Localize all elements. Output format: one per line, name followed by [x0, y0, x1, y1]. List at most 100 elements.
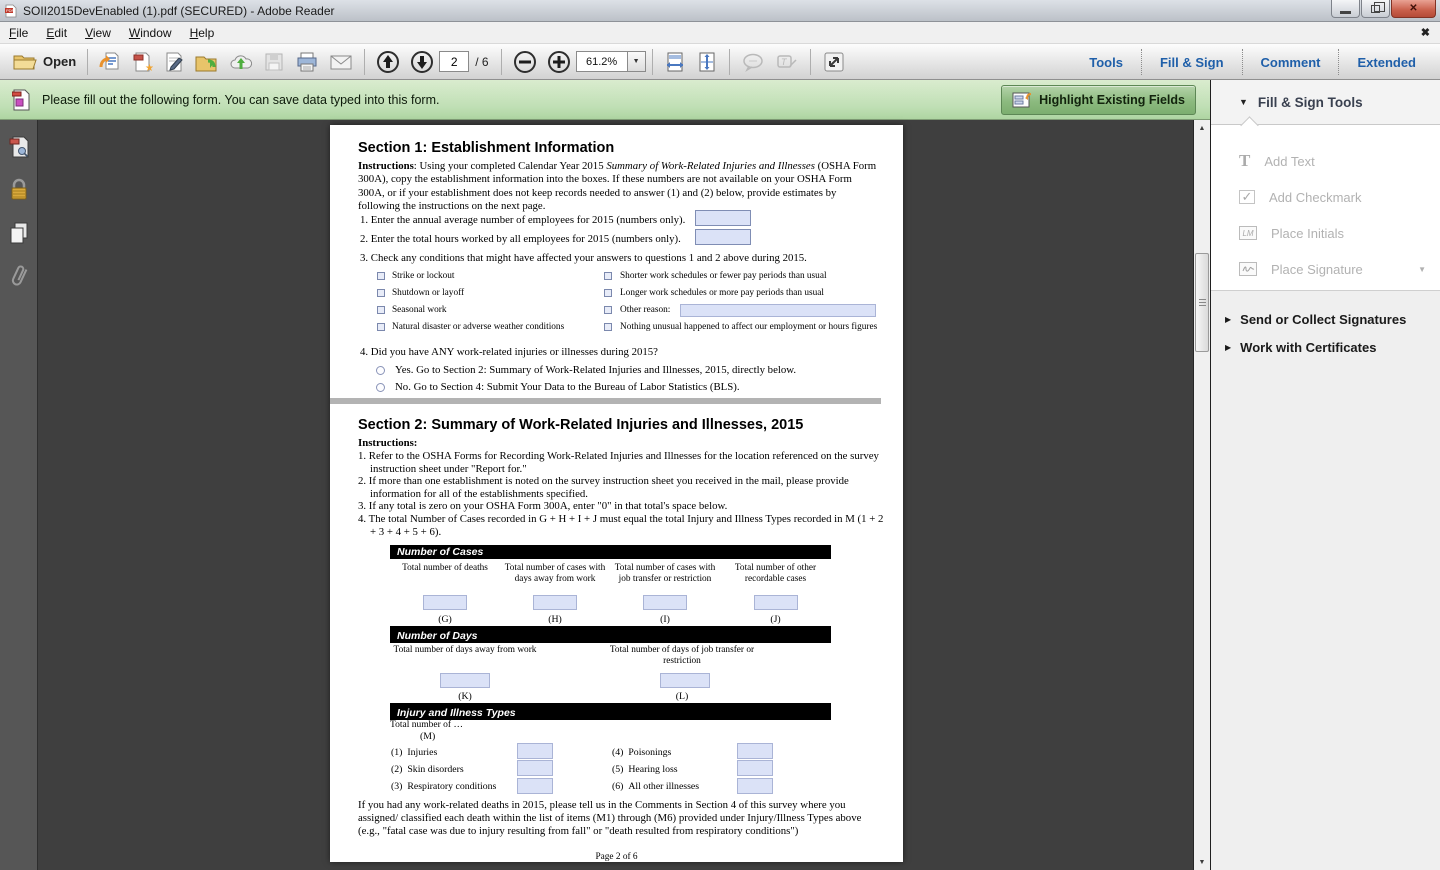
print-button[interactable]: [290, 48, 324, 76]
export-doc-icon: [99, 51, 121, 73]
section2-title: Section 2: Summary of Work-Related Injur…: [358, 417, 803, 433]
checkbox-longer-schedules[interactable]: [604, 289, 612, 297]
checkbox-other-reason-label: Other reason:: [620, 305, 670, 315]
menu-window[interactable]: Window: [120, 23, 181, 43]
hours-worked-field[interactable]: [695, 229, 751, 245]
sign-document-button[interactable]: [158, 48, 190, 76]
checkbox-other-reason[interactable]: [604, 306, 612, 314]
page-thumbnails-button[interactable]: [5, 132, 33, 162]
deaths-field[interactable]: [423, 595, 467, 610]
checkbox-seasonal[interactable]: [377, 306, 385, 314]
checkbox-disaster[interactable]: [377, 323, 385, 331]
share-folder-button[interactable]: [190, 48, 224, 76]
save-button[interactable]: [258, 48, 290, 76]
zoom-level-value[interactable]: 61.2%: [576, 51, 628, 72]
send-collect-signatures-section[interactable]: ▶ Send or Collect Signatures: [1211, 305, 1440, 333]
attachments-pages-button[interactable]: [5, 218, 33, 248]
panel-title: Fill & Sign Tools: [1258, 95, 1363, 110]
navigation-pane: [0, 120, 38, 870]
section2-instruction-4: 4. The total Number of Cases recorded in…: [358, 513, 887, 538]
lock-icon: [9, 178, 29, 202]
add-text-tool[interactable]: T Add Text: [1211, 143, 1440, 179]
instructions-italic-title: Summary of Work-Related Injuries and Ill…: [606, 160, 815, 172]
days-header-bar: Number of Days: [390, 629, 831, 643]
hearing-loss-field[interactable]: [737, 760, 773, 776]
toolbar-separator: [501, 49, 502, 75]
respiratory-field[interactable]: [517, 778, 553, 794]
other-reason-field[interactable]: [680, 304, 876, 317]
days-away-cases-field[interactable]: [533, 595, 577, 610]
add-checkmark-tool[interactable]: ✓ Add Checkmark: [1211, 179, 1440, 215]
fit-page-button[interactable]: [691, 48, 723, 76]
minimize-button[interactable]: [1331, 0, 1360, 18]
toolbar: Open ★ / 6 61.2% ▼ T Tools Fill & Sign: [0, 44, 1440, 80]
place-signature-label: Place Signature: [1271, 262, 1363, 277]
scroll-down-icon[interactable]: ▼: [1194, 854, 1210, 870]
skin-disorders-field[interactable]: [517, 760, 553, 776]
checkbox-shorter-schedules[interactable]: [604, 272, 612, 280]
injuries-field[interactable]: [517, 743, 553, 759]
send-collect-signatures-label: Send or Collect Signatures: [1240, 312, 1406, 327]
next-page-button[interactable]: [405, 48, 439, 76]
radio-no[interactable]: [376, 383, 385, 392]
cloud-upload-button[interactable]: [224, 48, 258, 76]
place-initials-tool[interactable]: LM Place Initials: [1211, 215, 1440, 251]
fullscreen-button[interactable]: [817, 48, 851, 76]
zoom-out-button[interactable]: [508, 48, 542, 76]
other-cases-field[interactable]: [754, 595, 798, 610]
attachments-button[interactable]: [5, 261, 33, 291]
checkbox-shutdown[interactable]: [377, 289, 385, 297]
panel-header[interactable]: ▼ Fill & Sign Tools: [1211, 80, 1440, 125]
signature-dropdown-icon[interactable]: ▼: [1418, 265, 1426, 274]
text-callout-button[interactable]: T: [770, 48, 804, 76]
radio-yes[interactable]: [376, 366, 385, 375]
days-away-field[interactable]: [440, 673, 490, 688]
restore-button[interactable]: [1361, 0, 1390, 18]
export-pdf-button[interactable]: [94, 48, 126, 76]
fit-width-button[interactable]: [659, 48, 691, 76]
extended-link[interactable]: Extended: [1339, 55, 1434, 70]
cases-col-label: Total number of deaths: [390, 563, 500, 585]
comment-link[interactable]: Comment: [1243, 55, 1339, 70]
previous-page-button[interactable]: [371, 48, 405, 76]
days-transfer-field[interactable]: [660, 673, 710, 688]
comment-button[interactable]: [736, 48, 770, 76]
instructions-part1: : Using your completed Calendar Year 201…: [414, 160, 607, 172]
checkbox-nothing-unusual[interactable]: [604, 323, 612, 331]
tools-link[interactable]: Tools: [1071, 55, 1141, 70]
other-illnesses-field[interactable]: [737, 778, 773, 794]
menubar-close-icon[interactable]: ✖: [1421, 26, 1430, 39]
checkbox-strike[interactable]: [377, 272, 385, 280]
add-text-label: Add Text: [1264, 154, 1314, 169]
type-label: Hearing loss: [628, 764, 677, 775]
page-number-input[interactable]: [439, 51, 469, 72]
close-button[interactable]: ✕: [1391, 0, 1436, 18]
create-pdf-button[interactable]: ★: [126, 48, 158, 76]
cases-col-label: Total number of cases with job transfer …: [610, 563, 720, 585]
menu-view[interactable]: View: [76, 23, 120, 43]
security-settings-button[interactable]: [5, 175, 33, 205]
window-title: SOII2015DevEnabled (1).pdf (SECURED) - A…: [23, 4, 335, 18]
days-letter-l: (L): [592, 691, 772, 702]
vertical-scrollbar[interactable]: ▲ ▼: [1193, 120, 1210, 870]
work-with-certificates-section[interactable]: ▶ Work with Certificates: [1211, 333, 1440, 361]
highlight-existing-fields-button[interactable]: Highlight Existing Fields: [1001, 85, 1196, 115]
fill-sign-link[interactable]: Fill & Sign: [1142, 55, 1242, 70]
employees-field[interactable]: [695, 210, 751, 226]
poisonings-field[interactable]: [737, 743, 773, 759]
menu-edit[interactable]: Edit: [37, 23, 76, 43]
scroll-up-icon[interactable]: ▲: [1194, 120, 1210, 136]
type-item: (3) Respiratory conditions: [391, 781, 496, 792]
menu-help[interactable]: Help: [181, 23, 224, 43]
zoom-in-button[interactable]: [542, 48, 576, 76]
open-button[interactable]: Open: [8, 48, 81, 76]
transfer-cases-field[interactable]: [643, 595, 687, 610]
open-folder-icon: [13, 52, 37, 72]
email-button[interactable]: [324, 48, 358, 76]
menu-file[interactable]: File: [0, 23, 37, 43]
zoom-in-icon: [547, 50, 571, 74]
scrollbar-thumb[interactable]: [1195, 253, 1209, 352]
checkbox-shorter-schedules-label: Shorter work schedules or fewer pay peri…: [620, 271, 827, 281]
zoom-dropdown-button[interactable]: ▼: [628, 51, 646, 72]
place-signature-tool[interactable]: Place Signature ▼: [1211, 251, 1440, 287]
